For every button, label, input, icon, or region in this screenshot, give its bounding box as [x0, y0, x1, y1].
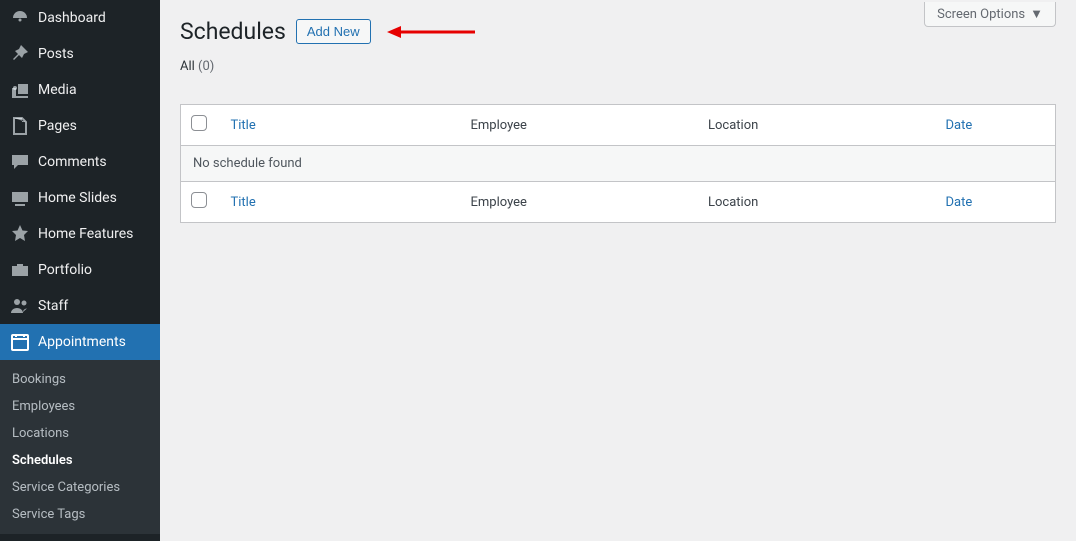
- sidebar-item-label: Pages: [38, 118, 77, 134]
- screen-options-button[interactable]: Screen Options ▼: [924, 2, 1056, 27]
- submenu-item-employees[interactable]: Employees: [0, 393, 160, 420]
- sidebar-item-label: Staff: [38, 298, 68, 314]
- column-title-footer[interactable]: Title: [231, 195, 256, 210]
- pages-icon: [10, 116, 30, 136]
- sidebar-item-posts[interactable]: Posts: [0, 36, 160, 72]
- empty-row: No schedule found: [181, 146, 1056, 182]
- column-location-footer: Location: [698, 182, 936, 223]
- page-title: Schedules: [180, 18, 286, 45]
- submenu-item-locations[interactable]: Locations: [0, 420, 160, 447]
- column-employee-footer: Employee: [461, 182, 699, 223]
- slides-icon: [10, 188, 30, 208]
- column-date[interactable]: Date: [946, 118, 973, 133]
- select-all-checkbox[interactable]: [191, 115, 207, 131]
- sidebar-item-home-slides[interactable]: Home Slides: [0, 180, 160, 216]
- column-location: Location: [698, 105, 936, 146]
- calendar-icon: [10, 332, 30, 352]
- filter-all-count: (0): [198, 59, 214, 74]
- star-icon: [10, 224, 30, 244]
- table-header-row: Title Employee Location Date: [181, 105, 1056, 146]
- submenu-item-bookings[interactable]: Bookings: [0, 366, 160, 393]
- empty-message: No schedule found: [181, 146, 1056, 182]
- sidebar-item-label: Posts: [38, 46, 74, 62]
- column-employee: Employee: [461, 105, 699, 146]
- portfolio-icon: [10, 260, 30, 280]
- screen-options-label: Screen Options: [937, 7, 1025, 22]
- sidebar-submenu: Bookings Employees Locations Schedules S…: [0, 360, 160, 534]
- add-new-button[interactable]: Add New: [296, 19, 371, 44]
- sidebar-item-label: Home Features: [38, 226, 133, 242]
- submenu-item-service-categories[interactable]: Service Categories: [0, 474, 160, 501]
- sidebar-item-home-features[interactable]: Home Features: [0, 216, 160, 252]
- sidebar-item-media[interactable]: Media: [0, 72, 160, 108]
- submenu-item-service-tags[interactable]: Service Tags: [0, 501, 160, 528]
- table-footer-row: Title Employee Location Date: [181, 182, 1056, 223]
- media-icon: [10, 80, 30, 100]
- column-date-footer[interactable]: Date: [946, 195, 973, 210]
- sidebar-item-comments[interactable]: Comments: [0, 144, 160, 180]
- sidebar-item-label: Media: [38, 82, 77, 98]
- sidebar-item-label: Dashboard: [38, 10, 106, 26]
- column-title[interactable]: Title: [231, 118, 256, 133]
- sidebar-item-label: Appointments: [38, 334, 126, 350]
- comments-icon: [10, 152, 30, 172]
- admin-sidebar: Dashboard Posts Media Pages Comments Hom…: [0, 0, 160, 541]
- sidebar-item-label: Portfolio: [38, 262, 92, 278]
- main-content: Screen Options ▼ Schedules Add New All (…: [160, 0, 1076, 541]
- filter-all-link[interactable]: All: [180, 59, 195, 74]
- sidebar-item-appointments[interactable]: Appointments: [0, 324, 160, 360]
- sidebar-item-portfolio[interactable]: Portfolio: [0, 252, 160, 288]
- schedules-table: Title Employee Location Date No schedule…: [180, 104, 1056, 223]
- sidebar-item-pages[interactable]: Pages: [0, 108, 160, 144]
- select-all-checkbox-footer[interactable]: [191, 192, 207, 208]
- sidebar-item-staff[interactable]: Staff: [0, 288, 160, 324]
- sidebar-item-label: Comments: [38, 154, 107, 170]
- filter-bar: All (0): [180, 59, 1056, 74]
- sidebar-item-dashboard[interactable]: Dashboard: [0, 0, 160, 36]
- dashboard-icon: [10, 8, 30, 28]
- arrow-annotation-icon: [387, 22, 477, 42]
- pin-icon: [10, 44, 30, 64]
- sidebar-item-label: Home Slides: [38, 190, 117, 206]
- submenu-item-schedules[interactable]: Schedules: [0, 447, 160, 474]
- caret-down-icon: ▼: [1030, 6, 1043, 22]
- staff-icon: [10, 296, 30, 316]
